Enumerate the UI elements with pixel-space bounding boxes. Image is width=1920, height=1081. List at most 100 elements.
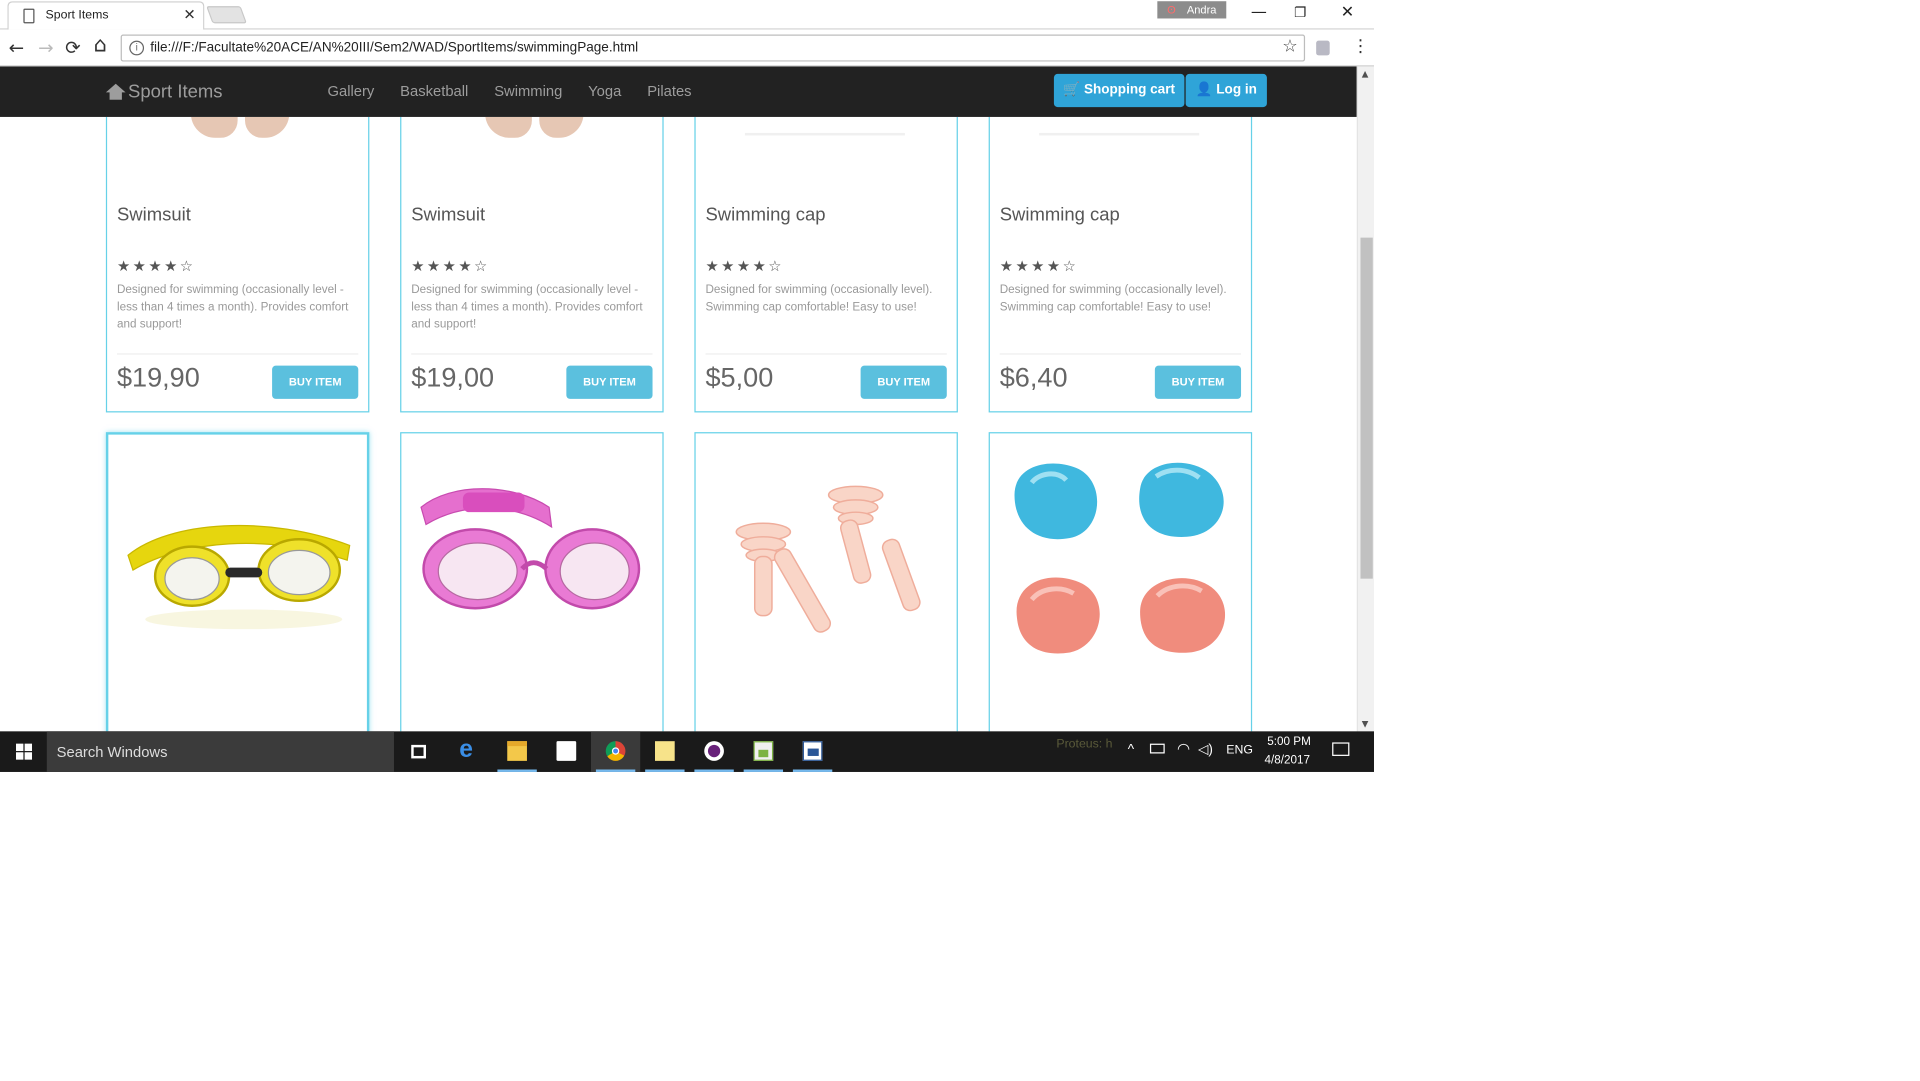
scroll-up-icon[interactable]: ▲ bbox=[1362, 69, 1369, 79]
reload-icon[interactable]: ⟳ bbox=[65, 37, 80, 59]
taskbar-image-viewer[interactable] bbox=[739, 731, 788, 772]
store-icon bbox=[556, 741, 577, 761]
windows-taskbar: Search Windows e Proteus: h ^ ◠ ◁) ENG 5… bbox=[0, 731, 1375, 772]
taskbar-sticky-notes[interactable] bbox=[640, 731, 689, 772]
swimsuit-image bbox=[156, 116, 316, 138]
shopping-cart-button[interactable]: 🛒 Shopping cart bbox=[1053, 73, 1185, 108]
profile-name: Andra bbox=[1186, 3, 1217, 17]
nav-link-yoga[interactable]: Yoga bbox=[588, 82, 621, 99]
taskbar-file-explorer[interactable] bbox=[492, 731, 541, 772]
product-name: Swimming cap bbox=[999, 204, 1120, 226]
nav-links: Gallery Basketball Swimming Yoga Pilates bbox=[327, 82, 717, 99]
rating-stars: ★★★★☆ bbox=[116, 257, 196, 275]
battery-icon[interactable] bbox=[1149, 743, 1165, 754]
product-description: Designed for swimming (occasionally leve… bbox=[999, 283, 1227, 314]
buy-item-button[interactable]: BUY ITEM bbox=[1154, 365, 1242, 399]
folder-icon bbox=[507, 741, 527, 761]
clock-date[interactable]: 4/8/2017 bbox=[1264, 753, 1310, 767]
nav-link-swimming[interactable]: Swimming bbox=[494, 82, 562, 99]
tab-close-icon[interactable]: ✕ bbox=[183, 6, 195, 23]
product-price: $5,00 bbox=[705, 361, 774, 393]
rating-stars: ★★★★☆ bbox=[705, 257, 785, 275]
volume-icon[interactable]: ◁) bbox=[1198, 741, 1213, 757]
info-icon[interactable]: i bbox=[129, 40, 145, 56]
buy-item-button[interactable]: BUY ITEM bbox=[860, 365, 947, 399]
product-price: $19,90 bbox=[116, 361, 200, 393]
back-icon[interactable]: ← bbox=[9, 37, 24, 59]
nav-link-basketball[interactable]: Basketball bbox=[400, 82, 468, 99]
rating-stars: ★★★★☆ bbox=[411, 257, 490, 275]
home-icon bbox=[105, 83, 126, 100]
buy-item-button[interactable]: BUY ITEM bbox=[566, 365, 653, 399]
notification-ghost-text: Proteus: h bbox=[1056, 737, 1113, 752]
profile-button[interactable]: ʘ Andra bbox=[1157, 1, 1227, 19]
minimize-icon[interactable]: — bbox=[1251, 4, 1267, 22]
product-card: Swimming cap ★★★★☆ Designed for swimming… bbox=[988, 116, 1253, 413]
screenshot-area: Sport Items ✕ ʘ Andra — ❐ ✕ ← → ⟳ ⌂ i fi… bbox=[0, 0, 1375, 772]
swimming-cap-image bbox=[1039, 132, 1200, 136]
chrome-icon bbox=[605, 741, 626, 761]
language-indicator[interactable]: ENG bbox=[1226, 744, 1253, 758]
product-card[interactable] bbox=[105, 432, 370, 732]
ear-plug-putty-image bbox=[1014, 462, 1226, 654]
product-description: Designed for swimming (occasionally leve… bbox=[116, 283, 349, 332]
address-bar[interactable]: i file:///F:/Facultate%20ACE/AN%20III/Se… bbox=[120, 34, 1306, 62]
pink-goggles-image bbox=[420, 488, 641, 610]
product-card[interactable] bbox=[988, 432, 1253, 732]
browser-menu-icon[interactable]: ⋮ bbox=[1352, 37, 1369, 57]
windows-logo-icon bbox=[16, 743, 33, 760]
rating-stars: ★★★★☆ bbox=[999, 257, 1079, 275]
swimming-cap-image bbox=[744, 132, 905, 136]
scroll-down-icon[interactable]: ▼ bbox=[1362, 719, 1369, 729]
taskbar-word[interactable] bbox=[788, 731, 837, 772]
product-grid: Swimsuit ★★★★☆ Designed for swimming (oc… bbox=[0, 116, 1357, 732]
new-tab-button[interactable] bbox=[206, 6, 247, 24]
page-scrollbar[interactable]: ▲ ▼ bbox=[1356, 66, 1375, 732]
product-description: Designed for swimming (occasionally leve… bbox=[705, 283, 933, 314]
tab-title: Sport Items bbox=[45, 8, 109, 23]
profile-icon: ʘ bbox=[1167, 3, 1176, 17]
product-card: Swimsuit ★★★★☆ Designed for swimming (oc… bbox=[105, 116, 370, 413]
product-card[interactable] bbox=[694, 432, 958, 732]
taskbar-search[interactable]: Search Windows bbox=[46, 731, 394, 772]
nav-link-gallery[interactable]: Gallery bbox=[327, 82, 374, 99]
ear-plugs-image bbox=[735, 485, 921, 633]
visual-studio-icon bbox=[704, 741, 724, 761]
image-viewer-icon bbox=[753, 741, 774, 761]
page-icon bbox=[23, 8, 35, 24]
login-button[interactable]: 👤 Log in bbox=[1185, 73, 1267, 108]
chevron-up-icon[interactable]: ^ bbox=[1128, 742, 1134, 757]
close-window-icon[interactable]: ✕ bbox=[1341, 4, 1354, 22]
extension-icon[interactable] bbox=[1316, 40, 1330, 56]
home-icon[interactable]: ⌂ bbox=[94, 33, 107, 58]
site-navbar: Sport Items Gallery Basketball Swimming … bbox=[0, 66, 1357, 117]
browser-tab[interactable]: Sport Items ✕ bbox=[7, 1, 205, 30]
product-name: Swimsuit bbox=[411, 204, 486, 226]
taskbar-edge[interactable]: e bbox=[443, 731, 492, 772]
sticky-notes-icon bbox=[654, 741, 675, 761]
scroll-thumb[interactable] bbox=[1360, 237, 1373, 579]
start-button[interactable] bbox=[0, 731, 47, 772]
divider bbox=[705, 353, 947, 355]
restore-icon[interactable]: ❐ bbox=[1294, 5, 1306, 21]
brand-link[interactable]: Sport Items bbox=[105, 81, 222, 102]
product-card: Swimming cap ★★★★☆ Designed for swimming… bbox=[694, 116, 958, 413]
taskbar-visual-studio[interactable] bbox=[689, 731, 738, 772]
wifi-icon[interactable]: ◠ bbox=[1177, 740, 1190, 757]
nav-link-pilates[interactable]: Pilates bbox=[647, 82, 691, 99]
product-card[interactable] bbox=[400, 432, 664, 732]
product-name: Swimming cap bbox=[705, 204, 826, 226]
forward-icon[interactable]: → bbox=[38, 37, 53, 59]
product-price: $6,40 bbox=[999, 361, 1068, 393]
clock-time[interactable]: 5:00 PM bbox=[1267, 735, 1311, 749]
url-text[interactable]: file:///F:/Facultate%20ACE/AN%20III/Sem2… bbox=[150, 41, 638, 56]
taskbar-chrome[interactable] bbox=[590, 731, 641, 772]
taskbar-store[interactable] bbox=[542, 731, 591, 772]
task-view-button[interactable] bbox=[394, 731, 443, 772]
swimsuit-image bbox=[451, 116, 611, 138]
action-center-icon[interactable] bbox=[1332, 742, 1350, 756]
bookmark-star-icon[interactable]: ☆ bbox=[1282, 37, 1297, 57]
buy-item-button[interactable]: BUY ITEM bbox=[272, 365, 359, 399]
divider bbox=[999, 353, 1242, 355]
yellow-goggles-image bbox=[127, 524, 351, 630]
